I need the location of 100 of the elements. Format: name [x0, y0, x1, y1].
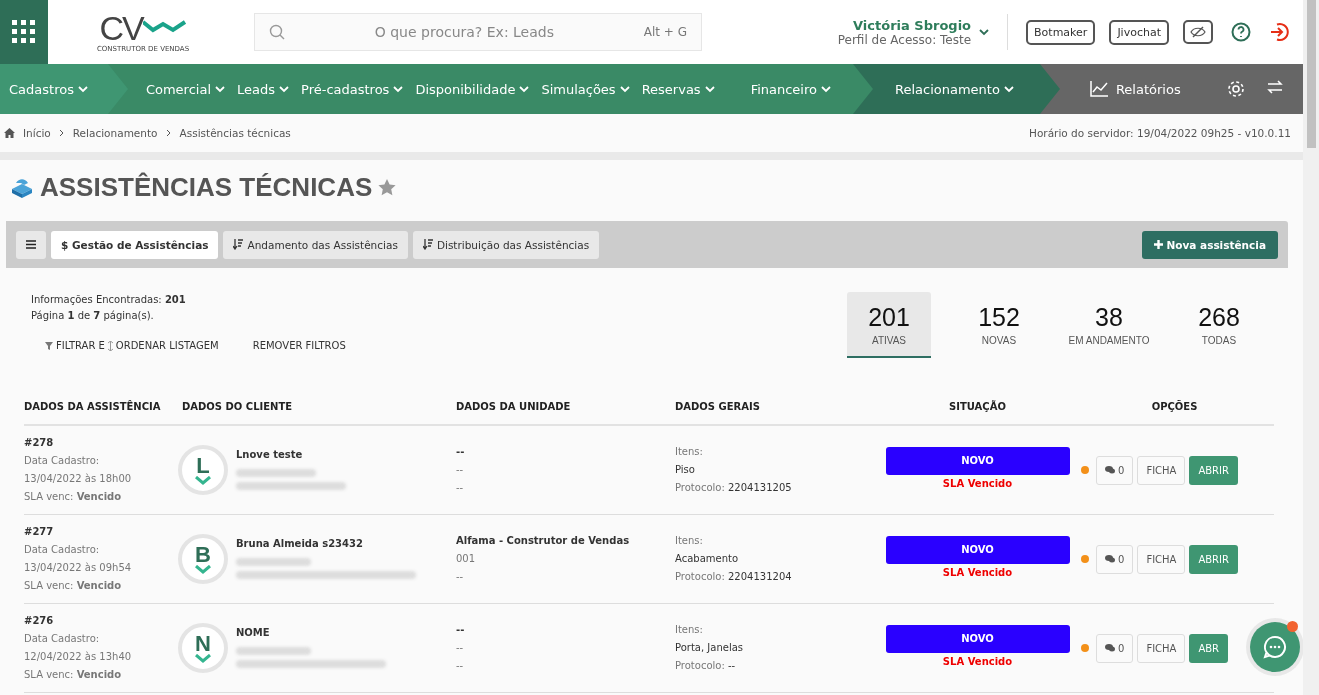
integration-button[interactable]: Jivochat — [1109, 19, 1169, 45]
access-profile: Perfil de Acesso: Teste — [837, 32, 972, 47]
breadcrumb-link[interactable]: Relacionamento — [72, 127, 158, 139]
record-button[interactable]: FICHA — [1137, 633, 1186, 663]
date-label: Data Cadastro: — [24, 632, 101, 646]
star-icon[interactable] — [378, 179, 397, 196]
nav-item[interactable]: Pré-cadastros — [295, 81, 410, 97]
notification-dot — [1287, 621, 1298, 632]
stat-tab[interactable]: 38 EM ANDAMENTO — [1067, 292, 1151, 358]
items-label: Itens: — [675, 534, 704, 548]
visibility-button[interactable] — [1183, 20, 1213, 44]
chevron-down-icon — [393, 85, 404, 93]
view-tab[interactable]: Andamento das Assistências — [223, 230, 408, 259]
remove-filters-link[interactable]: REMOVER FILTROS — [252, 338, 346, 354]
menu-button[interactable] — [16, 230, 46, 259]
comments-icon — [1105, 644, 1115, 652]
open-button[interactable]: ABRIR — [1189, 455, 1238, 485]
unit-info: -- — [456, 570, 465, 584]
chevron-down-icon — [279, 85, 290, 93]
server-time: Horário do servidor: 19/04/2022 09h25 - v10.0.11 — [1029, 127, 1291, 139]
nav-item[interactable]: Relacionamento — [889, 81, 1020, 97]
view-tab[interactable]: $ Gestão de Assistências — [51, 230, 219, 259]
sla-value: Vencido — [76, 669, 122, 680]
swap-icon[interactable] — [1267, 80, 1283, 94]
comments-button[interactable]: 0 — [1096, 633, 1134, 663]
column-header: DADOS GERAIS — [675, 400, 761, 412]
items-value: Acabamento — [675, 552, 740, 566]
unit-info: -- — [456, 659, 465, 673]
avatar-initial: B — [195, 544, 211, 565]
line-chart-icon — [1089, 81, 1108, 97]
unit-info: -- — [456, 463, 465, 477]
sla-value: Vencido — [76, 580, 122, 591]
page-title: ASSISTÊNCIAS TÉCNICAS — [40, 172, 373, 203]
items-value: Porta, Janelas — [675, 641, 744, 655]
client-name: Bruna Almeida s23432 — [236, 536, 364, 551]
client-name: NOME — [236, 625, 271, 640]
scrollbar[interactable] — [1303, 0, 1319, 695]
nav-item[interactable]: Leads — [231, 81, 296, 97]
items-label: Itens: — [675, 623, 704, 637]
comments-button[interactable]: 0 — [1096, 455, 1134, 485]
chat-button[interactable] — [1250, 622, 1300, 672]
sort-arrows-icon — [107, 341, 113, 351]
view-tab[interactable]: Distribuição das Assistências — [412, 230, 600, 259]
search-field[interactable]: O que procura? Ex: Leads Alt + G — [254, 13, 702, 51]
protocol-label: Protocolo: — [675, 660, 725, 671]
user-name: Victória Sbrogio — [852, 17, 972, 33]
sla-label: SLA venc: — [24, 580, 74, 591]
sla-status: SLA Vencido — [942, 655, 1013, 669]
new-assistance-button[interactable]: Nova assistência — [1141, 230, 1278, 259]
nav-item[interactable]: Comercial — [139, 81, 231, 97]
reports-link[interactable]: Relatórios — [1115, 81, 1181, 97]
comments-icon — [1105, 466, 1115, 474]
record-button[interactable]: FICHA — [1137, 544, 1186, 574]
nav-item[interactable]: Reservas — [635, 81, 721, 97]
unit-info: -- — [456, 641, 465, 655]
record-button[interactable]: FICHA — [1137, 455, 1186, 485]
nav-item[interactable]: Disponibilidade — [409, 81, 536, 97]
unit-info: -- — [456, 481, 465, 495]
open-button[interactable]: ABR — [1189, 633, 1229, 663]
status-dot — [1081, 555, 1089, 563]
stat-tab[interactable]: 268 TODAS — [1177, 292, 1261, 358]
settings-icon[interactable] — [1227, 80, 1245, 98]
results-count: Informações Encontradas: 201 — [31, 293, 187, 307]
status-badge: NOVO — [885, 447, 1070, 475]
chevron-icon — [195, 475, 211, 485]
page-indicator: Página 1 de 7 página(s). — [31, 309, 155, 323]
plus-icon — [1153, 239, 1163, 249]
sla-label: SLA venc: — [24, 669, 74, 680]
registration-date: 13/04/2022 às 18h00 — [24, 472, 133, 486]
chevron-right-icon — [165, 129, 172, 137]
stat-tab[interactable]: 152 NOVAS — [957, 292, 1041, 358]
help-icon[interactable] — [1231, 22, 1251, 42]
column-header: SITUAÇÃO — [948, 400, 1007, 412]
column-header: DADOS DO CLIENTE — [182, 400, 294, 412]
funnel-icon — [45, 342, 53, 350]
logout-icon[interactable] — [1269, 22, 1289, 42]
breadcrumb-link[interactable]: Início — [23, 127, 51, 139]
sort-icon — [422, 239, 433, 250]
avatar-initial: N — [195, 633, 211, 654]
integration-button[interactable]: Botmaker — [1026, 19, 1096, 45]
sla-status: SLA Vencido — [942, 566, 1013, 580]
nav-item[interactable]: Simulações — [535, 81, 636, 97]
comments-button[interactable]: 0 — [1096, 544, 1134, 574]
protocol-label: Protocolo: — [675, 571, 725, 582]
stat-tab[interactable]: 201 ATIVAS — [847, 292, 931, 358]
protocol-value: 2204131205 — [728, 482, 792, 493]
chevron-down-icon — [979, 28, 990, 36]
nav-item[interactable]: Cadastros — [3, 81, 94, 97]
chevron-down-icon — [1003, 85, 1014, 93]
protocol-label: Protocolo: — [675, 482, 725, 493]
open-button[interactable]: ABRIR — [1189, 544, 1238, 574]
date-label: Data Cadastro: — [24, 543, 101, 557]
protocol-value: -- — [728, 660, 736, 671]
apps-menu-button[interactable] — [0, 0, 48, 64]
status-badge: NOVO — [885, 536, 1070, 564]
nav-item[interactable]: Financeiro — [744, 81, 837, 97]
assistance-id: #278 — [24, 436, 55, 450]
chevron-down-icon — [821, 85, 831, 93]
comments-icon — [1105, 555, 1115, 563]
filter-sort-link[interactable]: FILTRAR E ORDENAR LISTAGEM — [45, 338, 219, 354]
